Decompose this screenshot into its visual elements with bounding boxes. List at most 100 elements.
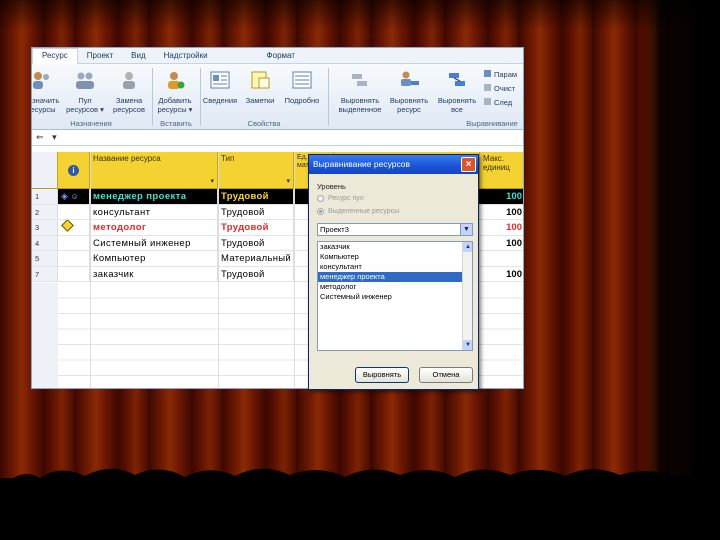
resource-name[interactable]: методолог [90,220,218,235]
leveling-options-item[interactable]: Парам [484,68,517,82]
column-filter-icon[interactable]: ▾ [286,177,290,185]
resource-max-units[interactable]: 100 [479,267,523,282]
resource-max-units[interactable]: 100 [479,236,523,251]
level-selection-button[interactable]: Выровнять выделенное [334,68,386,114]
details-button[interactable]: Подробно [280,68,324,105]
level-selection-icon [348,68,372,92]
chevron-down-icon[interactable]: ▼ [460,224,472,235]
indicator-header: i [58,152,90,188]
tab-resource[interactable]: Ресурс [32,48,78,64]
curtain-hem [0,468,720,540]
add-resources-button[interactable]: Добавить ресурсы ▾ [152,68,198,114]
resource-type[interactable]: Трудовой [218,189,294,204]
row-indicator [58,220,90,235]
resource-pool-button[interactable]: Пул ресурсов ▾ [62,68,108,114]
add-resources-icon [163,68,187,92]
dialog-title-bar[interactable]: Выравнивание ресурсов × [309,155,478,174]
info-icon: i [68,164,79,176]
close-button[interactable]: × [461,157,476,172]
group-label-assignments: Назначения [70,119,112,128]
dialog-title: Выравнивание ресурсов [313,159,411,169]
group-label-properties: Свойства [247,119,281,128]
replace-resources-icon [117,68,141,92]
close-icon: × [465,159,472,170]
project-select[interactable]: Проект3 ▼ [317,223,473,236]
radio-checked-icon [317,208,324,215]
group-label-insert: Вставить [160,119,192,128]
notes-button[interactable]: Заметки [240,68,280,105]
level-label: Уровень [317,182,346,191]
row-number: 2 [32,204,58,219]
resource-max-units[interactable]: 100 [479,189,523,204]
clear-leveling-item[interactable]: Очист [484,82,517,96]
scroll-up-icon[interactable]: ▲ [463,242,472,252]
notes-icon [248,68,272,92]
replace-resources-button[interactable]: Замена ресурсов [106,68,152,114]
list-item[interactable]: методолог [318,282,472,292]
resource-type[interactable]: Трудовой [218,266,294,281]
column-header-name[interactable]: Название ресурса ▾ [90,152,218,188]
resource-type[interactable]: Трудовой [218,235,294,250]
resource-type[interactable]: Материальный [218,251,294,266]
resource-name[interactable]: Компьютер [90,251,218,266]
clear-icon [484,84,491,91]
info-icon [208,68,232,92]
group-label-leveling: Выравнивание [466,119,518,128]
assign-resources-button[interactable]: Назначить ресурсы [32,68,64,114]
column-filter-icon[interactable]: ▾ [210,177,214,185]
grid-scroll-left-icon[interactable]: ⇐ [36,132,44,142]
row-number: 7 [32,266,58,281]
level-resource-button[interactable]: Выровнять ресурс [386,68,432,114]
tab-addins[interactable]: Надстройки [155,51,217,60]
list-item[interactable]: Системный инженер [318,292,472,302]
list-item[interactable]: консультант [318,262,472,272]
scroll-down-icon[interactable]: ▼ [463,340,472,350]
row-number: 4 [32,235,58,250]
resource-type[interactable]: Трудовой [218,204,294,219]
row-number: 3 [32,220,58,235]
grid-column-divider [218,152,219,388]
column-header-type[interactable]: Тип ▾ [218,152,294,188]
next-overallocation-item[interactable]: След [484,96,517,110]
leveling-side-options: Парам Очист След [484,68,517,110]
grid-column-divider [294,152,295,388]
quick-access-bar: ⇐ ▾ [32,130,523,146]
list-item[interactable]: заказчик [318,242,472,252]
level-resources-dialog: Выравнивание ресурсов × Уровень Ресурс п… [308,154,479,390]
resource-name[interactable]: консультант [90,204,218,219]
list-scrollbar[interactable]: ▲ ▼ [462,242,472,350]
resource-max-units[interactable]: 100 [479,205,523,220]
radio-icon [317,195,324,202]
row-number: 5 [32,251,58,266]
resource-name[interactable]: заказчик [90,266,218,281]
resource-type[interactable]: Трудовой [218,220,294,235]
list-item[interactable]: Компьютер [318,252,472,262]
info-button[interactable]: Сведения [200,68,240,105]
select-all-cell[interactable] [32,152,58,188]
radio-pool[interactable]: Ресурс пул [317,195,364,202]
resource-max-units[interactable]: 100 [479,220,523,235]
tab-view[interactable]: Вид [122,51,154,60]
row-indicator [58,204,90,219]
column-header-max[interactable]: Макс. единиц [479,152,523,188]
level-ok-button[interactable]: Выровнять [355,367,409,383]
resource-list[interactable]: заказчик Компьютер консультант менеджер … [317,241,473,351]
radio-selected-resources[interactable]: Выделенные ресурсы [317,208,399,215]
overallocation-warning-icon [61,220,74,232]
resource-pool-icon [73,68,97,92]
curtain-top-shadow [0,0,720,30]
resource-max-units[interactable] [479,251,523,266]
resource-name[interactable]: менеджер проекта [90,189,218,204]
tab-project[interactable]: Проект [78,51,122,60]
row-indicator [58,235,90,250]
options-icon [484,70,491,77]
info-icon: ◈ [61,191,68,201]
resource-name[interactable]: Системный инженер [90,235,218,250]
row-number: 1 [32,189,58,204]
tab-format[interactable]: Формат [217,51,304,60]
level-resource-icon [397,68,421,92]
dropdown-arrow-icon[interactable]: ▾ [52,132,57,142]
level-all-button[interactable]: Выровнять все [434,68,480,114]
cancel-button[interactable]: Отмена [419,367,473,383]
list-item-selected[interactable]: менеджер проекта [318,272,472,282]
